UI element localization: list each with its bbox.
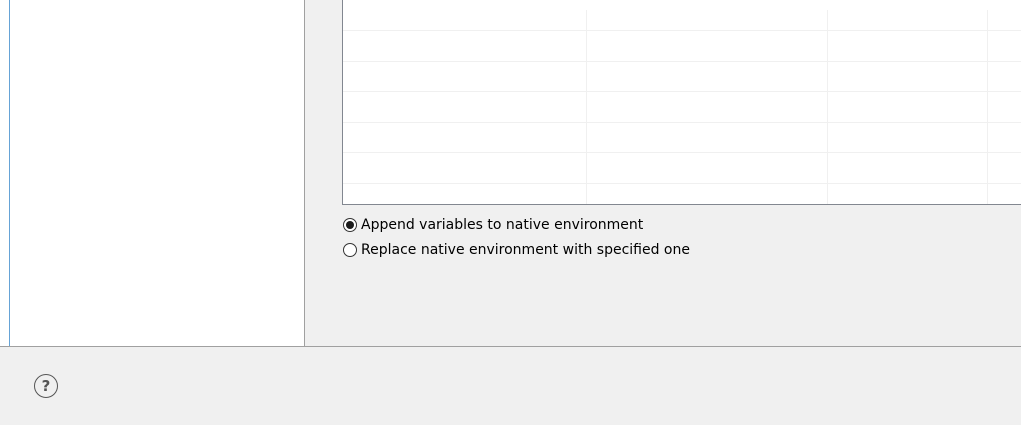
- replace-environment-option[interactable]: Replace native environment with specifie…: [343, 239, 690, 261]
- environment-mode-radio-group: Append variables to native environment R…: [343, 214, 690, 264]
- environment-tab-content: Append variables to native environment R…: [305, 0, 1021, 346]
- append-variables-radio[interactable]: [343, 218, 357, 232]
- append-variables-option[interactable]: Append variables to native environment: [343, 214, 690, 236]
- environment-variables-table[interactable]: [342, 0, 1021, 205]
- table-row: [343, 122, 1021, 123]
- sidebar-tree[interactable]: [10, 0, 304, 346]
- table-row: [343, 183, 1021, 184]
- table-column-divider: [586, 10, 587, 204]
- table-row: [343, 30, 1021, 31]
- help-question-icon[interactable]: ?: [34, 374, 58, 398]
- table-column-divider: [827, 10, 828, 204]
- table-row: [343, 61, 1021, 62]
- dialog-footer: ?: [0, 347, 1021, 425]
- dialog-window: Append variables to native environment R…: [0, 0, 1021, 425]
- help-glyph: ?: [41, 377, 51, 395]
- table-column-divider: [987, 10, 988, 204]
- left-edge: [0, 0, 10, 346]
- table-row: [343, 152, 1021, 153]
- table-row: [343, 91, 1021, 92]
- append-variables-label[interactable]: Append variables to native environment: [361, 217, 643, 233]
- replace-environment-label[interactable]: Replace native environment with specifie…: [361, 242, 690, 258]
- replace-environment-radio[interactable]: [343, 243, 357, 257]
